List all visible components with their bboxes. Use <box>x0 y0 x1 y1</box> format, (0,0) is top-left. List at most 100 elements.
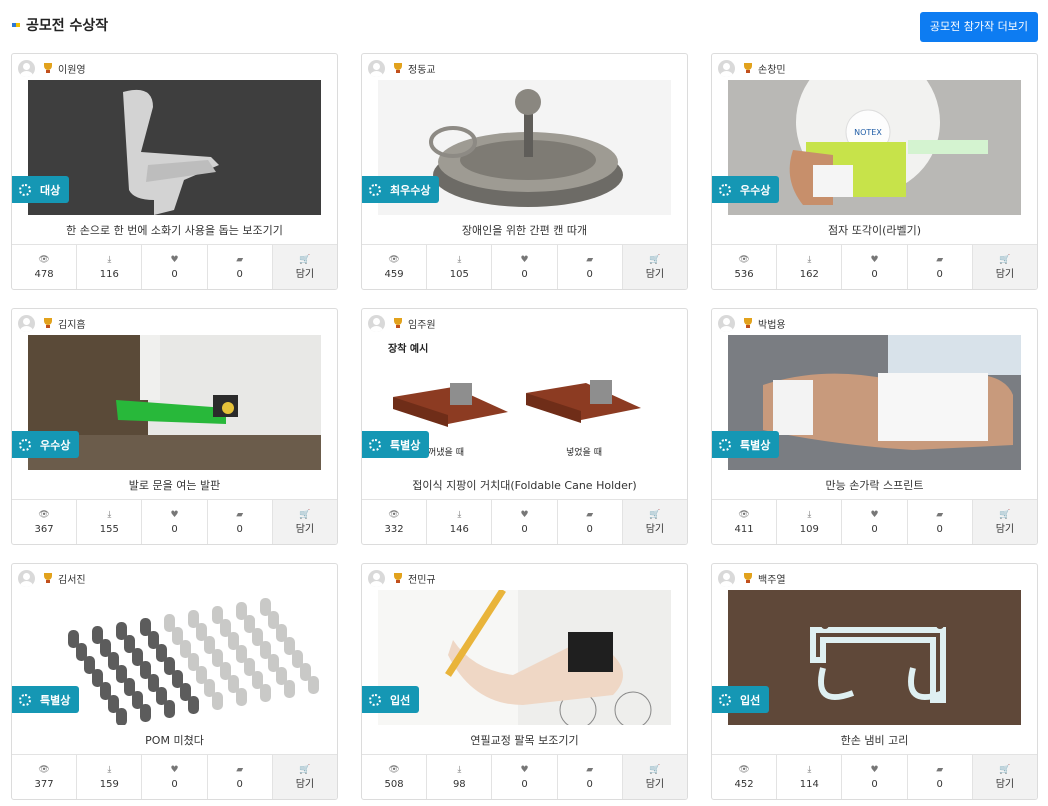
award-card[interactable]: 전민규 입선 연필교정 팔목 보조기기 👁 508 ⤓ 98 ♥ 0 ▰ 0 🛒 담기 <box>361 563 688 800</box>
downloads-count: 162 <box>799 269 819 280</box>
comments-stat[interactable]: ▰ 0 <box>558 755 623 799</box>
downloads-count: 105 <box>449 269 469 280</box>
comments-stat[interactable]: ▰ 0 <box>208 245 273 289</box>
award-card[interactable]: 정동교 최우수상 장애인을 위한 간편 캔 따개 👁 459 ⤓ 105 ♥ 0 ▰ 0… <box>361 53 688 290</box>
downloads-stat[interactable]: ⤓ 155 <box>77 500 143 544</box>
downloads-stat[interactable]: ⤓ 116 <box>77 245 143 289</box>
comment-icon: ▰ <box>586 765 594 775</box>
thumbnail-image[interactable] <box>728 590 1021 725</box>
likes-stat[interactable]: ♥ 0 <box>492 755 558 799</box>
card-title[interactable]: 만능 손가락 스프린트 <box>712 477 1037 493</box>
likes-stat[interactable]: ♥ 0 <box>842 755 908 799</box>
card-title[interactable]: 발로 문을 여는 발판 <box>12 477 337 493</box>
cart-button[interactable]: 🛒 담기 <box>272 245 337 289</box>
stats-bar: 👁 452 ⤓ 114 ♥ 0 ▰ 0 🛒 담기 <box>712 754 1037 799</box>
award-card[interactable]: 박법용 특별상 만능 손가락 스프린트 👁 411 ⤓ 109 ♥ 0 ▰ 0 🛒 담기 <box>711 308 1038 545</box>
award-card[interactable]: 손창민 NOTEX 우수상 점자 또각이(라벨기) 👁 536 ⤓ 162 ♥ 0 ▰… <box>711 53 1038 290</box>
cart-label: 담기 <box>295 524 315 535</box>
author-name: 김서진 <box>58 574 86 586</box>
heart-icon: ♥ <box>170 255 179 265</box>
award-card[interactable]: 백주열 입선 한손 냄비 고리 👁 452 ⤓ 114 ♥ 0 ▰ 0 🛒 담기 <box>711 563 1038 800</box>
cart-button[interactable]: 🛒 담기 <box>622 755 687 799</box>
comments-stat[interactable]: ▰ 0 <box>908 755 973 799</box>
cart-button[interactable]: 🛒 담기 <box>972 500 1037 544</box>
award-badge: 대상 <box>12 176 70 203</box>
cart-label: 담기 <box>995 779 1015 790</box>
card-title[interactable]: 장애인을 위한 간편 캔 따개 <box>362 222 687 238</box>
views-stat: 👁 508 <box>362 755 428 799</box>
views-count: 332 <box>384 524 404 535</box>
trophy-icon <box>391 572 405 584</box>
comments-stat[interactable]: ▰ 0 <box>908 245 973 289</box>
comment-icon: ▰ <box>236 255 244 265</box>
cart-label: 담기 <box>295 269 315 280</box>
downloads-stat[interactable]: ⤓ 114 <box>777 755 843 799</box>
cart-icon: 🛒 <box>649 255 661 265</box>
cart-button[interactable]: 🛒 담기 <box>622 500 687 544</box>
likes-stat[interactable]: ♥ 0 <box>492 500 558 544</box>
comments-stat[interactable]: ▰ 0 <box>558 500 623 544</box>
cart-icon: 🛒 <box>299 510 311 520</box>
download-icon: ⤓ <box>107 765 112 775</box>
more-entries-button[interactable]: 공모전 참가작 더보기 <box>919 12 1038 42</box>
comments-count: 0 <box>586 779 593 790</box>
author-row: 전민규 <box>368 569 436 587</box>
award-card[interactable]: 이원영 대상 한 손으로 한 번에 소화기 사용을 돕는 보조기기 👁 478 ⤓… <box>11 53 338 290</box>
likes-stat[interactable]: ♥ 0 <box>842 245 908 289</box>
author-row: 임주원 <box>368 314 436 332</box>
comments-stat[interactable]: ▰ 0 <box>908 500 973 544</box>
cart-label: 담기 <box>645 524 665 535</box>
award-card[interactable]: 임주원 장착 예시 꺼냈을 때 넣었을 때 특별상 접이식 지팡이 거치대(Fold… <box>361 308 688 545</box>
comments-count: 0 <box>936 779 943 790</box>
cart-label: 담기 <box>645 779 665 790</box>
heart-icon: ♥ <box>170 765 179 775</box>
cart-button[interactable]: 🛒 담기 <box>972 755 1037 799</box>
card-title[interactable]: 한손 냄비 고리 <box>712 732 1037 748</box>
trophy-icon <box>41 62 55 74</box>
author-row: 김서진 <box>18 569 86 587</box>
cart-button[interactable]: 🛒 담기 <box>972 245 1037 289</box>
comment-icon: ▰ <box>936 765 944 775</box>
likes-stat[interactable]: ♥ 0 <box>142 245 208 289</box>
downloads-stat[interactable]: ⤓ 159 <box>77 755 143 799</box>
cart-button[interactable]: 🛒 담기 <box>622 245 687 289</box>
eye-icon: 👁 <box>388 255 400 265</box>
cart-button[interactable]: 🛒 담기 <box>272 500 337 544</box>
comments-stat[interactable]: ▰ 0 <box>208 755 273 799</box>
thumbnail-image[interactable] <box>28 80 321 215</box>
downloads-stat[interactable]: ⤓ 162 <box>777 245 843 289</box>
card-title[interactable]: 접이식 지팡이 거치대(Foldable Cane Holder) <box>362 477 687 493</box>
avatar <box>718 59 735 77</box>
avatar <box>718 314 735 332</box>
downloads-stat[interactable]: ⤓ 109 <box>777 500 843 544</box>
award-badge: 특별상 <box>12 686 80 713</box>
card-title[interactable]: 점자 또각이(라벨기) <box>712 222 1037 238</box>
card-title[interactable]: POM 미쳤다 <box>12 732 337 748</box>
likes-stat[interactable]: ♥ 0 <box>842 500 908 544</box>
award-card[interactable]: 김서진 특별상 POM 미쳤다 👁 377 ⤓ 159 ♥ 0 ▰ 0 🛒 담기 <box>11 563 338 800</box>
comments-stat[interactable]: ▰ 0 <box>558 245 623 289</box>
trophy-icon <box>741 317 755 329</box>
thumbnail-image[interactable] <box>378 590 671 725</box>
download-icon: ⤓ <box>807 510 812 520</box>
card-title[interactable]: 한 손으로 한 번에 소화기 사용을 돕는 보조기기 <box>12 222 337 238</box>
heart-icon: ♥ <box>520 765 529 775</box>
likes-stat[interactable]: ♥ 0 <box>142 500 208 544</box>
award-badge: 입선 <box>362 686 420 713</box>
cart-button[interactable]: 🛒 담기 <box>272 755 337 799</box>
card-title[interactable]: 연필교정 팔목 보조기기 <box>362 732 687 748</box>
views-count: 367 <box>34 524 54 535</box>
cart-label: 담기 <box>995 269 1015 280</box>
downloads-stat[interactable]: ⤓ 105 <box>427 245 493 289</box>
likes-stat[interactable]: ♥ 0 <box>142 755 208 799</box>
cart-icon: 🛒 <box>999 765 1011 775</box>
views-stat: 👁 377 <box>12 755 78 799</box>
download-icon: ⤓ <box>807 255 812 265</box>
avatar <box>368 569 385 587</box>
downloads-stat[interactable]: ⤓ 146 <box>427 500 493 544</box>
downloads-stat[interactable]: ⤓ 98 <box>427 755 493 799</box>
svg-text:넣었을 때: 넣었을 때 <box>566 446 602 458</box>
award-card[interactable]: 김지흠 우수상 발로 문을 여는 발판 👁 367 ⤓ 155 ♥ 0 ▰ 0 🛒 담기 <box>11 308 338 545</box>
likes-stat[interactable]: ♥ 0 <box>492 245 558 289</box>
comments-stat[interactable]: ▰ 0 <box>208 500 273 544</box>
